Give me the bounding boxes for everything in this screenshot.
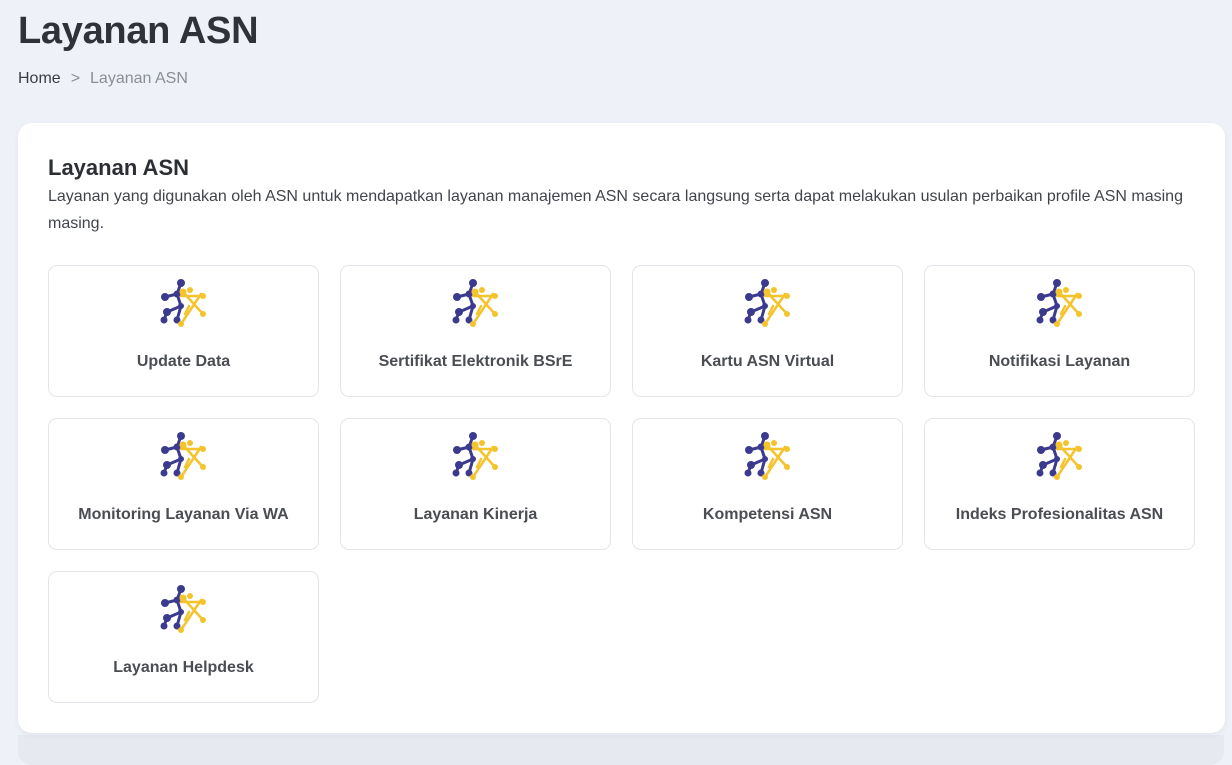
breadcrumb-home-link[interactable]: Home [18, 70, 61, 88]
service-tile-label: Notifikasi Layanan [988, 353, 1131, 370]
service-tile-kompetensi-asn[interactable]: Kompetensi ASN [632, 418, 903, 550]
service-tile-kartu-asn-virtual[interactable]: Kartu ASN Virtual [632, 265, 903, 397]
asn-logo-icon [452, 279, 498, 327]
service-tile-label: Update Data [136, 353, 231, 370]
card-description: Layanan yang digunakan oleh ASN untuk me… [48, 188, 1183, 232]
card-footer-shadow [18, 735, 1224, 765]
service-tile-layanan-kinerja[interactable]: Layanan Kinerja [340, 418, 611, 550]
services-card: Layanan ASN Layanan yang digunakan oleh … [18, 123, 1225, 733]
services-grid: Update Data Sertifikat Elektronik BSrE K… [48, 265, 1195, 703]
service-tile-update-data[interactable]: Update Data [48, 265, 319, 397]
service-tile-label: Kartu ASN Virtual [700, 353, 835, 370]
service-tile-indeks-profesionalitas-asn[interactable]: Indeks Profesionalitas ASN [924, 418, 1195, 550]
page-title: Layanan ASN [18, 10, 259, 52]
asn-logo-icon [744, 432, 790, 480]
service-tile-label: Indeks Profesionalitas ASN [955, 506, 1164, 523]
breadcrumb: Home > Layanan ASN [18, 70, 188, 88]
asn-logo-icon [452, 432, 498, 480]
asn-logo-icon [160, 279, 206, 327]
service-tile-sertifikat-elektronik-bsre[interactable]: Sertifikat Elektronik BSrE [340, 265, 611, 397]
service-tile-notifikasi-layanan[interactable]: Notifikasi Layanan [924, 265, 1195, 397]
service-tile-label: Monitoring Layanan Via WA [78, 506, 289, 523]
card-title: Layanan ASN [48, 155, 190, 180]
service-tile-label: Sertifikat Elektronik BSrE [378, 353, 573, 370]
breadcrumb-separator: > [70, 70, 81, 87]
service-tile-monitoring-layanan-via-wa[interactable]: Monitoring Layanan Via WA [48, 418, 319, 550]
service-tile-label: Kompetensi ASN [702, 506, 833, 523]
asn-logo-icon [1036, 279, 1082, 327]
asn-logo-icon [744, 279, 790, 327]
service-tile-label: Layanan Helpdesk [113, 659, 254, 676]
service-tile-label: Layanan Kinerja [413, 506, 538, 523]
asn-logo-icon [160, 585, 206, 633]
asn-logo-icon [160, 432, 206, 480]
asn-logo-icon [1036, 432, 1082, 480]
breadcrumb-current: Layanan ASN [90, 70, 188, 87]
service-tile-layanan-helpdesk[interactable]: Layanan Helpdesk [48, 571, 319, 703]
